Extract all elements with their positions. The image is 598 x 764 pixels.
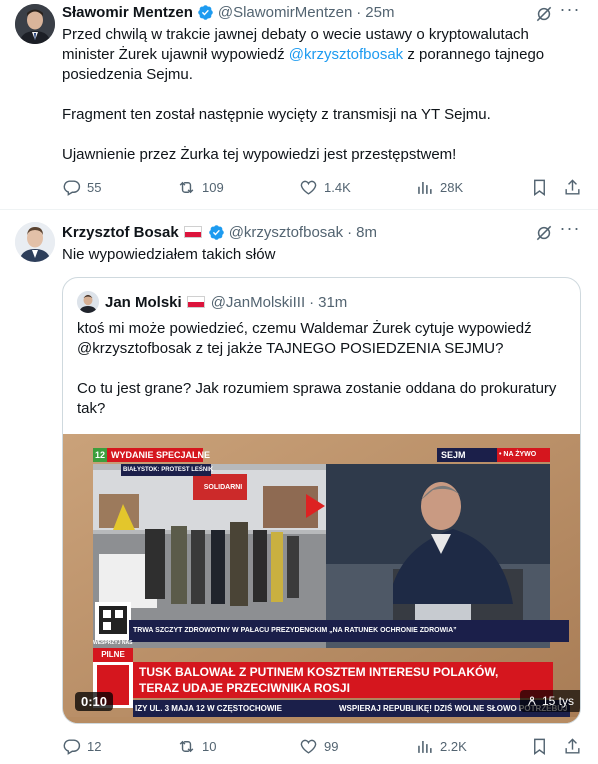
banner-text: SOLIDARNI <box>203 484 243 491</box>
views-button[interactable]: 28K <box>415 178 463 197</box>
tweet-text: Nie wypowiedziałem takich słów <box>62 246 276 263</box>
repost-icon <box>179 181 194 194</box>
repost-count: 109 <box>202 180 224 195</box>
bookmark-icon[interactable] <box>530 178 549 197</box>
reply-count: 12 <box>87 739 102 754</box>
tweet-line: posiedzenia Sejmu. <box>62 66 193 83</box>
video-view-count: 15 tys <box>542 694 575 708</box>
reply-count: 55 <box>87 180 102 195</box>
heart-icon <box>300 180 317 195</box>
verified-badge-icon <box>198 4 213 20</box>
like-count: 99 <box>324 739 339 754</box>
quote-author-handle: @JanMolskiIII <box>210 293 306 311</box>
share-icon[interactable] <box>563 178 582 197</box>
views-button[interactable]: 2.2K <box>415 737 467 756</box>
play-icon <box>528 696 536 706</box>
bookmark-icon[interactable] <box>530 737 549 756</box>
quote-line: Co tu jest grane? Jak rozumiem sprawa zo… <box>77 380 557 397</box>
live-label: • NA ŻYWO <box>499 451 537 458</box>
reply-button[interactable]: 55 <box>62 178 101 197</box>
analytics-icon <box>418 181 432 194</box>
quote-author-name: Jan Molski <box>105 293 182 311</box>
breaking-label: PILNE <box>101 650 125 659</box>
grok-icon[interactable] <box>534 4 554 24</box>
avatar[interactable] <box>15 4 55 44</box>
poland-flag-icon <box>186 296 205 308</box>
poland-flag-icon <box>183 226 202 238</box>
quote-line: ktoś mi może powiedzieć, czemu Waldemar … <box>77 320 532 337</box>
quote-timestamp: 31m <box>318 293 348 311</box>
separator-dot: · <box>356 3 362 21</box>
tweet-line-part: z porannego tajnego <box>403 46 545 63</box>
avatar <box>77 291 99 313</box>
video-views: 15 tys <box>520 690 580 712</box>
mention-link[interactable]: @krzysztofbosak <box>289 46 403 63</box>
headline: TUSK BALOWAŁ Z PUTINEM KOSZTEM INTERESU … <box>139 664 553 696</box>
tweet-header: Krzysztof Bosak @krzysztofbosak · 8m <box>62 222 377 242</box>
separator-dot: · <box>309 293 315 311</box>
headline-line: TUSK BALOWAŁ Z PUTINEM KOSZTEM INTERESU … <box>139 665 499 679</box>
quote-header: Jan Molski @JanMolskiIII · 31m <box>105 291 347 313</box>
share-icon[interactable] <box>563 737 582 756</box>
author-name[interactable]: Krzysztof Bosak <box>62 224 179 241</box>
more-options-icon[interactable]: ··· <box>559 219 581 244</box>
donate-label: WESPRZYJ NAS! <box>93 640 133 646</box>
reply-icon <box>63 739 81 755</box>
tweet-line: minister Żurek ujawnił wypowiedź @krzysz… <box>62 45 562 65</box>
author-handle[interactable]: @krzysztofbosak <box>229 224 343 241</box>
video-player[interactable]: 12 WYDANIE SPECJALNE BIAŁYSTOK: PROTEST … <box>63 434 580 723</box>
video-duration: 0:10 <box>75 692 114 711</box>
view-count: 2.2K <box>440 739 467 754</box>
tweet-header: Sławomir Mentzen @SlawomirMentzen · 25m <box>62 2 394 22</box>
quote-text: ktoś mi może powiedzieć, czemu Waldemar … <box>77 319 567 419</box>
repost-button[interactable]: 10 <box>177 737 216 756</box>
reply-icon <box>63 180 81 196</box>
verified-badge-icon <box>208 224 224 240</box>
ticker-bottom-left: IZY UL. 3 MAJA 12 W CZĘSTOCHOWIE <box>135 704 282 713</box>
headline-line: TERAZ UDAJE PRZECIWNIKA ROSJI <box>139 681 350 695</box>
quote-line: tak? <box>77 400 106 417</box>
reply-button[interactable]: 12 <box>62 737 101 756</box>
tweet-line: Ujawnienie przez Żurka tej wypowiedzi je… <box>62 146 457 163</box>
grok-icon[interactable] <box>534 223 554 243</box>
special-edition-label: WYDANIE SPECJALNE <box>111 450 211 460</box>
avatar[interactable] <box>15 222 55 262</box>
tweet-line: Przed chwilą w trakcie jawnej debaty o w… <box>62 26 529 43</box>
timestamp[interactable]: 25m <box>365 4 394 21</box>
like-button[interactable]: 1.4K <box>299 178 351 197</box>
ticker-top: TRWA SZCZYT ZDROWOTNY W PAŁACU PREZYDENC… <box>133 627 457 634</box>
quoted-tweet[interactable]: Jan Molski @JanMolskiIII · 31m ktoś mi m… <box>62 277 581 724</box>
repost-icon <box>179 740 194 753</box>
view-count: 28K <box>440 180 464 195</box>
tweet-mentzen[interactable]: Sławomir Mentzen @SlawomirMentzen · 25m … <box>0 0 598 210</box>
more-options-icon[interactable]: ··· <box>559 0 581 25</box>
sejm-label: SEJM <box>441 450 466 460</box>
separator-dot: · <box>347 223 353 241</box>
analytics-icon <box>418 740 432 753</box>
tweet-line: Fragment ten został następnie wycięty z … <box>62 106 491 123</box>
tweet-text: Przed chwilą w trakcie jawnej debaty o w… <box>62 25 562 165</box>
tweet-actions: 55 109 1.4K 28K <box>60 178 590 200</box>
like-count: 1.4K <box>324 180 351 195</box>
heart-icon <box>300 739 317 754</box>
tweet-actions: 12 10 99 2.2K <box>60 737 590 759</box>
tweet-line-part: minister Żurek ujawnił wypowiedź <box>62 46 289 63</box>
timestamp[interactable]: 8m <box>356 224 377 241</box>
repost-count: 10 <box>202 739 217 754</box>
location-label: BIAŁYSTOK: PROTEST LEŚNIKÓW <box>123 467 213 473</box>
author-name[interactable]: Sławomir Mentzen <box>62 4 193 21</box>
repost-button[interactable]: 109 <box>177 178 224 197</box>
author-handle[interactable]: @SlawomirMentzen <box>218 4 352 21</box>
quote-line: @krzysztofbosak z tej jakże TAJNEGO POSI… <box>77 340 504 357</box>
like-button[interactable]: 99 <box>299 737 338 756</box>
channel-number: 12 <box>94 450 105 460</box>
